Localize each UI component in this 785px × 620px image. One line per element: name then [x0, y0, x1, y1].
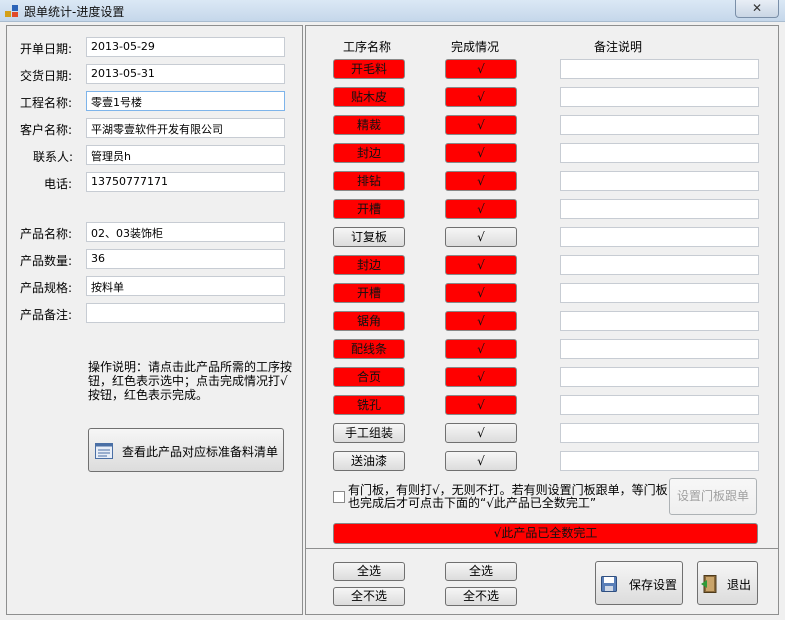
- delivery-date-field[interactable]: 2013-05-31: [86, 64, 285, 84]
- deselect-all-status-button[interactable]: 全不选: [445, 587, 517, 606]
- product-qty-field[interactable]: 36: [86, 249, 285, 269]
- process-button[interactable]: 贴木皮: [333, 87, 405, 107]
- note-field[interactable]: [560, 395, 759, 415]
- note-field[interactable]: [560, 143, 759, 163]
- process-button[interactable]: 封边: [333, 143, 405, 163]
- app-icon: [5, 5, 18, 17]
- all-complete-button[interactable]: √此产品已全数完工: [333, 523, 758, 544]
- note-field[interactable]: [560, 59, 759, 79]
- status-column-header: 完成情况: [451, 40, 500, 54]
- note-column-header: 备注说明: [594, 40, 643, 54]
- product-note-label: 产品备注:: [20, 308, 73, 322]
- select-all-status-button[interactable]: 全选: [445, 562, 517, 581]
- app-window: 跟单统计-进度设置 ✕ 开单日期: 2013-05-29 交货日期: 2013-…: [0, 0, 785, 620]
- product-spec-label: 产品规格:: [20, 281, 73, 295]
- process-button[interactable]: 合页: [333, 367, 405, 387]
- door-panel-button[interactable]: 设置门板跟单: [669, 478, 757, 515]
- process-button[interactable]: 订复板: [333, 227, 405, 247]
- process-button[interactable]: 开毛料: [333, 59, 405, 79]
- door-panel-checkbox[interactable]: [333, 491, 345, 503]
- product-name-field[interactable]: 02、03装饰柜: [86, 222, 285, 242]
- product-spec-field[interactable]: 按料单: [86, 276, 285, 296]
- process-button[interactable]: 开槽: [333, 283, 405, 303]
- open-date-field[interactable]: 2013-05-29: [86, 37, 285, 57]
- product-name-label: 产品名称:: [20, 227, 73, 241]
- note-field[interactable]: [560, 171, 759, 191]
- save-button[interactable]: 保存设置: [595, 561, 683, 605]
- material-list-label: 查看此产品对应标准备料清单: [122, 445, 279, 459]
- process-column-header: 工序名称: [343, 40, 392, 54]
- status-check-button[interactable]: √: [445, 311, 517, 331]
- note-field[interactable]: [560, 227, 759, 247]
- status-check-button[interactable]: √: [445, 283, 517, 303]
- process-button[interactable]: 手工组装: [333, 423, 405, 443]
- list-icon: [95, 443, 113, 459]
- panel-divider: [305, 548, 779, 549]
- title-bar: 跟单统计-进度设置 ✕: [0, 0, 785, 22]
- note-field[interactable]: [560, 115, 759, 135]
- contact-field[interactable]: 管理员h: [86, 145, 285, 165]
- status-check-button[interactable]: √: [445, 171, 517, 191]
- process-button[interactable]: 锯角: [333, 311, 405, 331]
- delivery-date-label: 交货日期:: [20, 69, 73, 83]
- customer-name-field[interactable]: 平湖零壹软件开发有限公司: [86, 118, 285, 138]
- status-check-button[interactable]: √: [445, 395, 517, 415]
- status-check-button[interactable]: √: [445, 59, 517, 79]
- exit-label: 退出: [727, 578, 752, 592]
- door-panel-checkbox-label: 有门板，有则打√，无则不打。若有则设置门板跟单，等门板也完成后才可点击下面的“√…: [348, 483, 668, 510]
- select-all-process-button[interactable]: 全选: [333, 562, 405, 581]
- phone-label: 电话:: [44, 177, 73, 191]
- note-field[interactable]: [560, 199, 759, 219]
- status-check-button[interactable]: √: [445, 87, 517, 107]
- note-field[interactable]: [560, 255, 759, 275]
- note-field[interactable]: [560, 311, 759, 331]
- note-field[interactable]: [560, 451, 759, 471]
- open-date-label: 开单日期:: [20, 42, 73, 56]
- close-icon: ✕: [751, 1, 763, 15]
- process-button[interactable]: 铣孔: [333, 395, 405, 415]
- status-check-button[interactable]: √: [445, 227, 517, 247]
- save-label: 保存设置: [629, 578, 678, 592]
- customer-name-label: 客户名称:: [20, 123, 73, 137]
- process-button[interactable]: 开槽: [333, 199, 405, 219]
- status-check-button[interactable]: √: [445, 143, 517, 163]
- project-name-field[interactable]: 零壹1号楼: [86, 91, 285, 111]
- process-button[interactable]: 封边: [333, 255, 405, 275]
- deselect-all-process-button[interactable]: 全不选: [333, 587, 405, 606]
- contact-label: 联系人:: [33, 150, 74, 164]
- exit-button[interactable]: 退出: [697, 561, 758, 605]
- status-check-button[interactable]: √: [445, 339, 517, 359]
- close-button[interactable]: ✕: [735, 0, 779, 18]
- status-check-button[interactable]: √: [445, 423, 517, 443]
- phone-field[interactable]: 13750777171: [86, 172, 285, 192]
- note-field[interactable]: [560, 283, 759, 303]
- exit-door-icon: [701, 575, 717, 593]
- note-field[interactable]: [560, 87, 759, 107]
- status-check-button[interactable]: √: [445, 451, 517, 471]
- save-icon: [601, 576, 617, 592]
- product-note-field[interactable]: [86, 303, 285, 323]
- project-name-label: 工程名称:: [20, 96, 73, 110]
- process-button[interactable]: 排钻: [333, 171, 405, 191]
- note-field[interactable]: [560, 339, 759, 359]
- note-field[interactable]: [560, 367, 759, 387]
- status-check-button[interactable]: √: [445, 115, 517, 135]
- status-check-button[interactable]: √: [445, 367, 517, 387]
- material-list-button[interactable]: 查看此产品对应标准备料清单: [88, 428, 284, 472]
- instructions-text: 操作说明：请点击此产品所需的工序按钮，红色表示选中；点击完成情况打√按钮，红色表…: [88, 360, 293, 402]
- product-qty-label: 产品数量:: [20, 254, 73, 268]
- note-field[interactable]: [560, 423, 759, 443]
- status-check-button[interactable]: √: [445, 255, 517, 275]
- process-button[interactable]: 送油漆: [333, 451, 405, 471]
- status-check-button[interactable]: √: [445, 199, 517, 219]
- process-button[interactable]: 配线条: [333, 339, 405, 359]
- window-title: 跟单统计-进度设置: [24, 5, 125, 19]
- process-button[interactable]: 精裁: [333, 115, 405, 135]
